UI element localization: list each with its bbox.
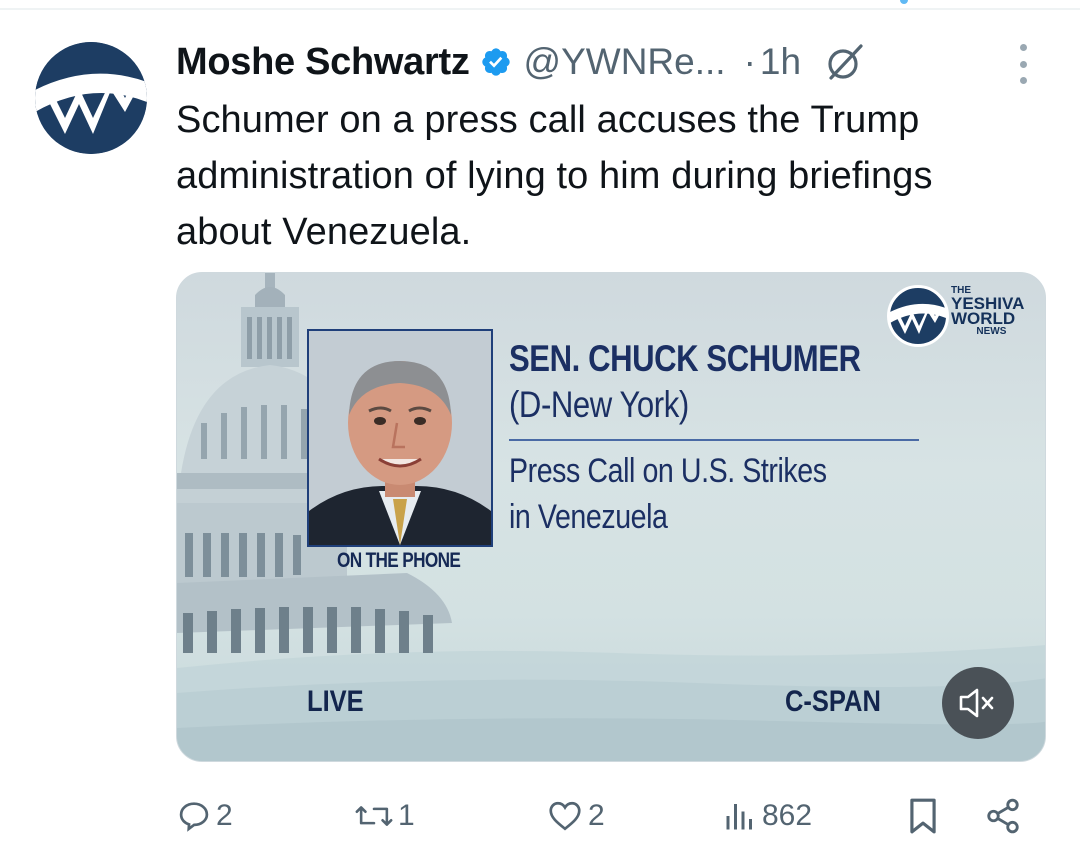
live-label: LIVE: [307, 685, 364, 718]
reply-button[interactable]: 2: [176, 788, 233, 844]
ywn-logo-icon: [887, 285, 949, 347]
caption-subtitle: in Venezuela: [509, 498, 668, 536]
author-name[interactable]: Moshe Schwartz: [176, 41, 470, 84]
ywn-watermark: THE YESHIVA WORLD NEWS: [887, 285, 1037, 347]
tweet-text-line: administration of lying to him during br…: [176, 155, 933, 197]
separator: ·: [743, 41, 756, 82]
top-divider: [0, 8, 1080, 10]
repost-button[interactable]: 1: [354, 788, 415, 844]
share-icon: [987, 798, 1019, 834]
tweet-header: Moshe Schwartz @YWNRe... · 1h: [176, 34, 867, 90]
share-button[interactable]: [984, 788, 1022, 844]
tweet-actions: 2 1 2 862: [176, 788, 1046, 844]
network-logo: C-SPAN: [785, 685, 881, 718]
tweet-text: Schumer on a press call accuses the Trum…: [176, 92, 1056, 260]
views-count: 862: [762, 799, 813, 832]
timestamp[interactable]: 1h: [760, 41, 801, 83]
author-handle[interactable]: @YWNRe...: [524, 41, 726, 83]
tweet-text-line: about Venezuela.: [176, 211, 472, 253]
on-the-phone-label: ON THE PHONE: [337, 549, 461, 572]
speaker-muted-icon: [959, 688, 994, 718]
bookmark-icon: [910, 798, 936, 834]
views-button[interactable]: 862: [722, 788, 812, 844]
speaker-photo: [307, 329, 493, 547]
caption-divider: [509, 439, 919, 441]
views-icon: [726, 804, 752, 830]
like-button[interactable]: 2: [546, 788, 605, 844]
caption-speaker-name: SEN. CHUCK SCHUMER: [509, 338, 861, 379]
mute-button[interactable]: [942, 667, 1014, 739]
bookmark-button[interactable]: [906, 788, 940, 844]
like-icon: [549, 801, 581, 831]
like-count: 2: [588, 799, 605, 832]
caption-subtitle: Press Call on U.S. Strikes: [509, 452, 827, 490]
verified-badge-icon: [481, 48, 510, 76]
caption-speaker-party: (D-New York): [509, 384, 689, 425]
video-player[interactable]: ON THE PHONE SEN. CHUCK SCHUMER (D-New Y…: [176, 272, 1046, 762]
avatar[interactable]: [35, 42, 147, 154]
ywn-wordmark: THE YESHIVA WORLD NEWS: [951, 285, 1025, 337]
tweet-text-line: Schumer on a press call accuses the Trum…: [176, 99, 920, 141]
grok-icon[interactable]: [823, 40, 867, 84]
repost-icon: [355, 806, 393, 826]
ywn-logo-avatar-icon: [35, 42, 147, 154]
reply-count: 2: [216, 799, 233, 832]
top-accent: [900, 0, 908, 4]
repost-count: 1: [398, 799, 415, 832]
reply-icon: [179, 802, 209, 832]
more-options-icon[interactable]: [1010, 40, 1036, 88]
